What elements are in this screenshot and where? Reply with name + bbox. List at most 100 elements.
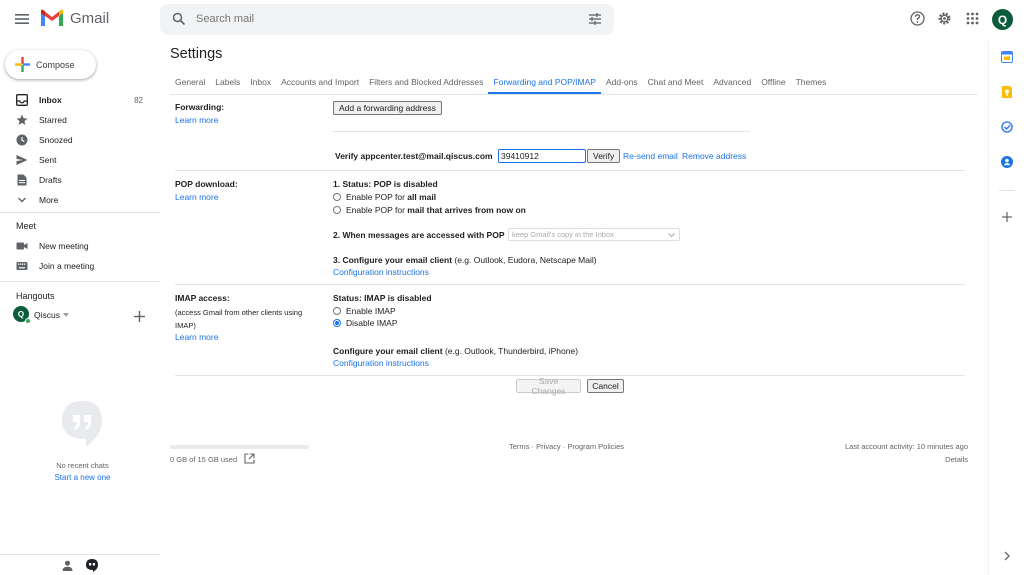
apps-grid-icon[interactable] xyxy=(965,11,980,26)
enable-imap-radio[interactable] xyxy=(333,307,341,315)
disable-imap-label[interactable]: Disable IMAP xyxy=(346,318,398,328)
resend-email-link[interactable]: Re-send email xyxy=(623,151,678,161)
verification-code-input[interactable] xyxy=(498,149,586,163)
help-icon[interactable] xyxy=(910,11,925,26)
tasks-icon[interactable] xyxy=(1001,121,1013,133)
tab-add-ons[interactable]: Add-ons xyxy=(601,72,643,94)
start-new-chat-link[interactable]: Start a new one xyxy=(0,473,165,482)
meet-section-title: Meet xyxy=(16,221,37,231)
sidebar-item-sent[interactable]: Sent xyxy=(0,150,155,170)
gmail-logo[interactable]: Gmail xyxy=(40,9,109,27)
pop-action-select[interactable]: keep Gmail's copy in the Inbox xyxy=(508,228,680,241)
caret-down-icon[interactable] xyxy=(63,313,69,317)
tab-offline[interactable]: Offline xyxy=(756,72,790,94)
sidebar-divider xyxy=(0,281,160,282)
forwarding-inner-divider xyxy=(333,131,750,132)
enable-imap-label[interactable]: Enable IMAP xyxy=(346,306,396,316)
inbox-count: 82 xyxy=(134,95,143,105)
search-input[interactable] xyxy=(196,10,576,28)
draft-icon xyxy=(16,174,28,186)
tab-chat-and-meet[interactable]: Chat and Meet xyxy=(643,72,709,94)
sidebar-item-label: Inbox xyxy=(39,95,62,105)
section-divider xyxy=(175,170,965,171)
hangouts-quote-icon xyxy=(62,401,102,447)
star-icon xyxy=(16,114,28,126)
send-icon xyxy=(16,154,28,166)
imap-status-text: Status: IMAP is disabled xyxy=(333,293,432,303)
person-icon[interactable] xyxy=(62,560,73,571)
calendar-icon[interactable] xyxy=(1001,51,1013,63)
top-header: Gmail Q xyxy=(0,0,1024,40)
chevron-right-icon[interactable] xyxy=(1003,551,1011,561)
hangouts-chat-icon[interactable] xyxy=(86,559,98,572)
pop-status-text: 1. Status: POP is disabled xyxy=(333,179,438,189)
hangouts-user-name[interactable]: Qiscus xyxy=(34,310,60,320)
tab-forwarding-pop-imap[interactable]: Forwarding and POP/IMAP xyxy=(488,72,601,94)
compose-button[interactable]: Compose xyxy=(5,50,96,79)
sidebar-item-label: Join a meeting xyxy=(39,261,95,271)
sidebar-item-label: Starred xyxy=(39,115,67,125)
footer-policy-links[interactable]: Terms · Privacy · Program Policies xyxy=(509,442,624,451)
sidebar-item-join-meeting[interactable]: Join a meeting xyxy=(0,256,155,276)
contacts-icon[interactable] xyxy=(1001,156,1013,168)
settings-tabs: General Labels Inbox Accounts and Import… xyxy=(170,72,831,94)
search-icon[interactable] xyxy=(172,12,186,26)
tab-themes[interactable]: Themes xyxy=(791,72,832,94)
cancel-button[interactable]: Cancel xyxy=(587,379,624,393)
search-options-icon[interactable] xyxy=(588,12,602,26)
imap-config-instructions-link[interactable]: Configuration instructions xyxy=(333,358,429,368)
settings-gear-icon[interactable] xyxy=(937,11,952,26)
pop-all-prefix: Enable POP for xyxy=(346,192,408,202)
sidebar-item-label: Sent xyxy=(39,155,57,165)
search-bar[interactable] xyxy=(160,4,614,35)
pop-config-instructions-link[interactable]: Configuration instructions xyxy=(333,267,429,277)
inbox-icon xyxy=(16,94,28,106)
tab-inbox[interactable]: Inbox xyxy=(245,72,276,94)
hamburger-menu-icon[interactable] xyxy=(13,10,31,28)
imap-learn-more-link[interactable]: Learn more xyxy=(175,332,218,342)
tab-accounts-and-import[interactable]: Accounts and Import xyxy=(276,72,364,94)
pop-from-now-label[interactable]: Enable POP for mail that arrives from no… xyxy=(346,205,526,215)
sidebar-item-more[interactable]: More xyxy=(0,190,155,210)
sidebar-item-inbox[interactable]: Inbox 82 xyxy=(0,90,155,110)
online-status-dot xyxy=(25,318,31,324)
verify-address-text: Verify appcenter.test@mail.qiscus.com xyxy=(335,151,493,161)
sidebar-item-snoozed[interactable]: Snoozed xyxy=(0,130,155,150)
forwarding-learn-more-link[interactable]: Learn more xyxy=(175,115,218,125)
storage-usage-bar xyxy=(170,445,309,449)
keep-notes-icon[interactable] xyxy=(1001,86,1013,98)
disable-imap-radio[interactable] xyxy=(333,319,341,327)
pop-all-mail-radio[interactable] xyxy=(333,193,341,201)
tab-labels[interactable]: Labels xyxy=(210,72,245,94)
sidebar-item-drafts[interactable]: Drafts xyxy=(0,170,155,190)
tab-filters[interactable]: Filters and Blocked Addresses xyxy=(364,72,488,94)
imap-config-bold: Configure your email client xyxy=(333,346,443,356)
pop-from-now-radio[interactable] xyxy=(333,206,341,214)
add-forwarding-address-button[interactable]: Add a forwarding address xyxy=(333,101,442,115)
tab-general[interactable]: General xyxy=(170,72,210,94)
remove-address-link[interactable]: Remove address xyxy=(682,151,746,161)
page-title: Settings xyxy=(170,46,223,62)
compose-plus-icon xyxy=(15,57,30,72)
app-name: Gmail xyxy=(70,9,110,27)
external-link-icon[interactable] xyxy=(244,453,255,464)
add-plus-icon[interactable] xyxy=(134,311,145,322)
pop-step3-rest: (e.g. Outlook, Eudora, Netscape Mail) xyxy=(452,255,597,265)
tab-advanced[interactable]: Advanced xyxy=(708,72,756,94)
account-activity-details-link[interactable]: Details xyxy=(945,455,968,464)
no-recent-chats-text: No recent chats xyxy=(56,461,109,470)
last-account-activity: Last account activity: 10 minutes ago xyxy=(845,442,968,451)
pop-all-mail-label[interactable]: Enable POP for all mail xyxy=(346,192,436,202)
section-divider xyxy=(175,284,965,285)
sidebar-item-label: Drafts xyxy=(39,175,62,185)
sidebar-item-new-meeting[interactable]: New meeting xyxy=(0,236,155,256)
sidebar-item-starred[interactable]: Starred xyxy=(0,110,155,130)
pop-step3-text: 3. Configure your email client (e.g. Out… xyxy=(333,255,597,265)
pop-learn-more-link[interactable]: Learn more xyxy=(175,192,218,202)
pop-action-value: keep Gmail's copy in the Inbox xyxy=(512,230,614,239)
imap-config-rest: (e.g. Outlook, Thunderbird, iPhone) xyxy=(442,346,579,356)
get-addons-plus-icon[interactable] xyxy=(1002,212,1012,222)
verify-button[interactable]: Verify xyxy=(587,149,621,163)
account-avatar[interactable]: Q xyxy=(992,9,1013,30)
save-changes-button[interactable]: Save Changes xyxy=(516,376,581,396)
